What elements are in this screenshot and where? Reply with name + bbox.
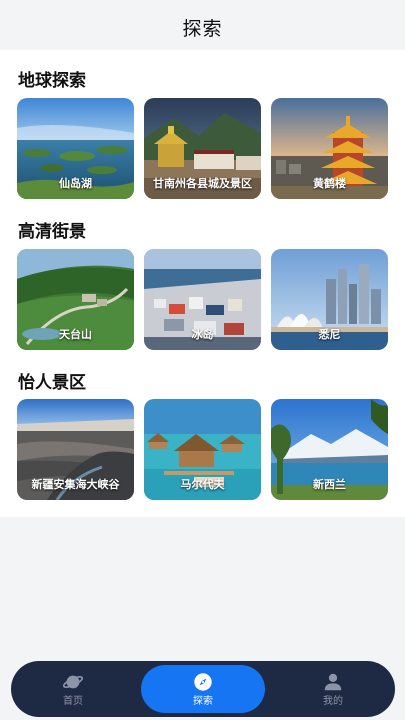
tab-home[interactable]: 首页 [23, 661, 123, 717]
tab-explore[interactable]: 探索 [141, 665, 265, 713]
tab-label: 探索 [193, 695, 213, 707]
card-maldives[interactable]: 马尔代夫 [144, 399, 261, 500]
card-label: 仙岛湖 [59, 177, 92, 190]
section-title-pleasant-scenic: 怡人景区 [18, 373, 86, 393]
card-label: 新疆安集海大峡谷 [31, 478, 120, 491]
card-label: 黄鹤楼 [313, 177, 346, 190]
section-title-hd-street-view: 高清街景 [18, 222, 86, 242]
bottom-tab-bar: 首页 探索 我的 [11, 661, 395, 717]
card-gannan[interactable]: 甘南州各县城及景区 [144, 98, 261, 199]
card-xiandao-lake[interactable]: 仙岛湖 [17, 98, 134, 199]
tab-label: 首页 [63, 695, 83, 707]
page-header: 探索 [0, 0, 405, 50]
card-label: 天台山 [59, 328, 92, 341]
card-label: 甘南州各县城及景区 [153, 177, 252, 190]
card-label: 马尔代夫 [180, 478, 225, 491]
tab-label: 我的 [323, 695, 343, 707]
card-label: 新西兰 [313, 478, 346, 491]
section-title-earth-explore: 地球探索 [18, 71, 86, 91]
card-iceland[interactable]: 冰岛 [144, 249, 261, 350]
tab-mine[interactable]: 我的 [283, 661, 383, 717]
card-sydney[interactable]: 悉尼 [271, 249, 388, 350]
card-label: 悉尼 [318, 328, 341, 341]
card-label: 冰岛 [191, 328, 214, 341]
compass-icon [194, 672, 212, 691]
explore-content: 地球探索 仙岛湖 甘南州各县城及景区 黄鹤楼 高清街景 天台山 冰岛 悉尼 怡人… [0, 50, 405, 517]
card-yellow-crane-tower[interactable]: 黄鹤楼 [271, 98, 388, 199]
page-title: 探索 [182, 17, 223, 40]
planet-icon [62, 675, 84, 688]
card-tiantai-mountain[interactable]: 天台山 [17, 249, 134, 350]
user-icon [324, 673, 342, 690]
card-anjihai-canyon[interactable]: 新疆安集海大峡谷 [17, 399, 134, 500]
card-new-zealand[interactable]: 新西兰 [271, 399, 388, 500]
